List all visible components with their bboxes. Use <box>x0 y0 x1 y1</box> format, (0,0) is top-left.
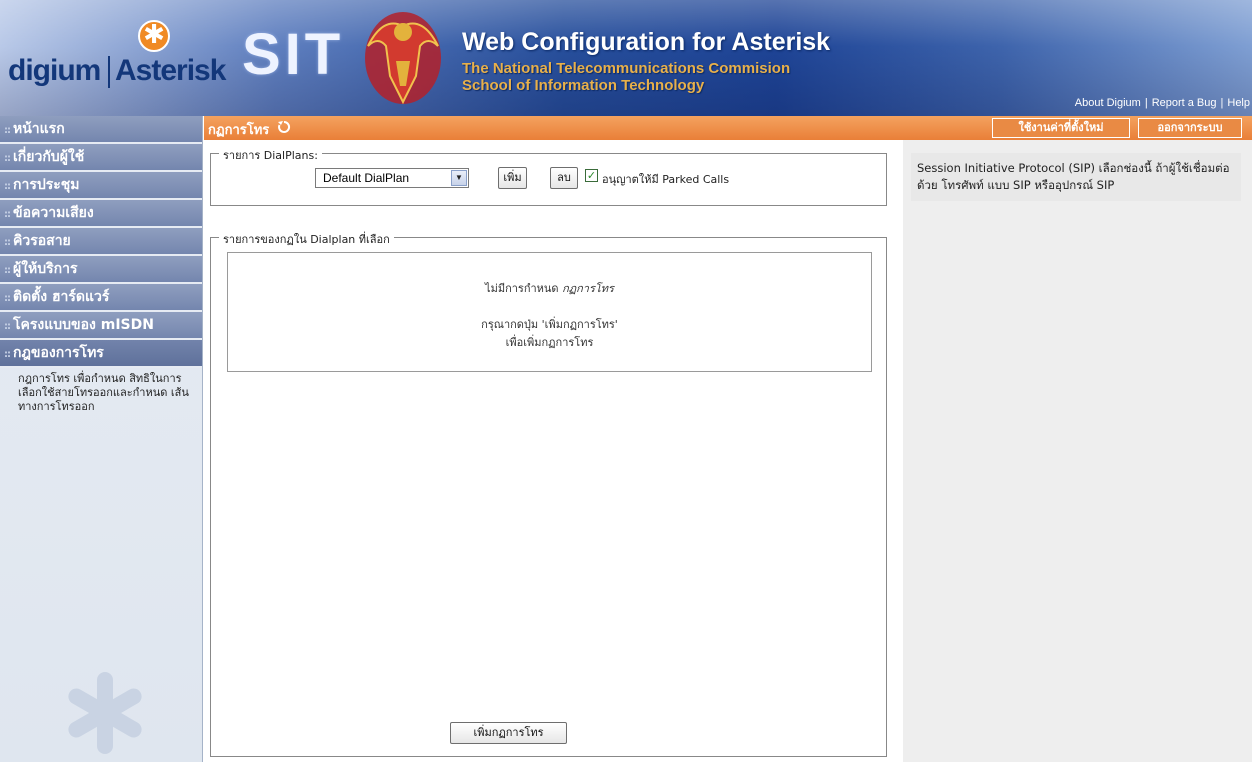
top-links: About Digium | Report a Bug | Help <box>1074 97 1250 109</box>
report-bug-link[interactable]: Report a Bug <box>1152 97 1217 109</box>
page-titlebar: กฏการโทร ใช้งานค่าที่ตั้งใหม่ ออกจากระบบ <box>204 116 1252 140</box>
banner-subtitle-1: The National Telecommunications Commisio… <box>462 60 791 77</box>
sidebar-item-users[interactable]: :: เกี่ยวกับผู้ใช้ <box>0 144 202 172</box>
sidebar-item-description: กฎการโทร เพื่อกำหนด สิทธิในการเลือกใช้สา… <box>18 372 189 413</box>
parked-calls-checkbox[interactable]: ✓ <box>585 169 598 182</box>
sidebar-item-hardware[interactable]: :: ติดตั้ง ฮาร์ดแวร์ <box>0 284 202 312</box>
grid-dots-icon: :: <box>4 125 11 136</box>
grid-dots-icon: :: <box>4 209 11 220</box>
hint-line-1: กรุณากดปุ่ม 'เพิ่มกฏการโทร' <box>481 318 618 331</box>
dialplan-select[interactable]: Default DialPlan ▼ <box>315 168 469 188</box>
digium-asterisk-logo: ✱ digium Asterisk <box>8 20 233 100</box>
help-panel: Session Initiative Protocol (SIP) เลือกช… <box>911 153 1241 201</box>
rules-list: ไม่มีการกำหนด กฏการโทร กรุณากดปุ่ม 'เพิ่… <box>227 252 872 372</box>
asterisk-watermark-icon <box>68 672 142 754</box>
grid-dots-icon: :: <box>4 321 11 332</box>
sidebar-item-dialrules[interactable]: :: กฎของการโทร <box>0 340 202 368</box>
parked-calls-label: อนุญาตให้มี Parked Calls <box>602 173 730 186</box>
sidebar-item-providers[interactable]: :: ผู้ให้บริการ <box>0 256 202 284</box>
add-rule-button[interactable]: เพิ่มกฏการโทร <box>450 722 567 744</box>
refresh-icon[interactable] <box>277 120 291 134</box>
add-dialplan-button[interactable]: เพิ่ม <box>498 167 527 189</box>
grid-dots-icon: :: <box>4 153 11 164</box>
help-column <box>903 140 1252 762</box>
grid-dots-icon: :: <box>4 181 11 192</box>
sit-logo: SIT <box>242 22 345 87</box>
empty-rules-message: ไม่มีการกำหนด กฏการโทร <box>485 282 614 295</box>
sidebar-item-home[interactable]: :: หน้าแรก <box>0 116 202 144</box>
brand-digium: digium <box>8 54 101 87</box>
app-root: ✱ digium Asterisk SIT Web Configuration … <box>0 0 1252 762</box>
apply-changes-button[interactable]: ใช้งานค่าที่ตั้งใหม่ <box>992 118 1130 138</box>
banner-title: Web Configuration for Asterisk <box>462 28 831 56</box>
rules-legend: รายการของกฏใน Dialplan ที่เลือก <box>219 230 394 248</box>
sidebar: :: หน้าแรก :: เกี่ยวกับผู้ใช้ :: การประชุม … <box>0 116 203 762</box>
hint-line-2: เพื่อเพิ่มกฏการโทร <box>505 336 594 349</box>
rules-fieldset: รายการของกฏใน Dialplan ที่เลือก ไม่มีการ… <box>210 230 887 757</box>
logout-button[interactable]: ออกจากระบบ <box>1138 118 1242 138</box>
delete-dialplan-button[interactable]: ลบ <box>550 167 578 189</box>
grid-dots-icon: :: <box>4 349 11 360</box>
sidebar-item-queues[interactable]: :: คิวรอสาย <box>0 228 202 256</box>
sidebar-item-misdn[interactable]: :: โครงแบบของ mISDN <box>0 312 202 340</box>
header-banner: ✱ digium Asterisk SIT Web Configuration … <box>0 0 1252 116</box>
page-title: กฏการโทร <box>208 123 270 138</box>
asterisk-logo-icon: ✱ <box>138 20 170 52</box>
dialplans-fieldset: รายการ DialPlans: Default DialPlan ▼ เพิ… <box>210 146 887 206</box>
about-digium-link[interactable]: About Digium <box>1075 97 1141 109</box>
banner-subtitle-2: School of Information Technology <box>462 77 705 94</box>
sidebar-item-conferences[interactable]: :: การประชุม <box>0 172 202 200</box>
help-link[interactable]: Help <box>1227 97 1250 109</box>
sidebar-item-voicemail[interactable]: :: ข้อความเสียง <box>0 200 202 228</box>
grid-dots-icon: :: <box>4 293 11 304</box>
grid-dots-icon: :: <box>4 265 11 276</box>
chevron-down-icon: ▼ <box>451 170 467 186</box>
garuda-emblem-icon <box>365 12 441 105</box>
brand-asterisk: Asterisk <box>115 54 226 87</box>
dialplans-legend: รายการ DialPlans: <box>219 146 322 164</box>
grid-dots-icon: :: <box>4 237 11 248</box>
